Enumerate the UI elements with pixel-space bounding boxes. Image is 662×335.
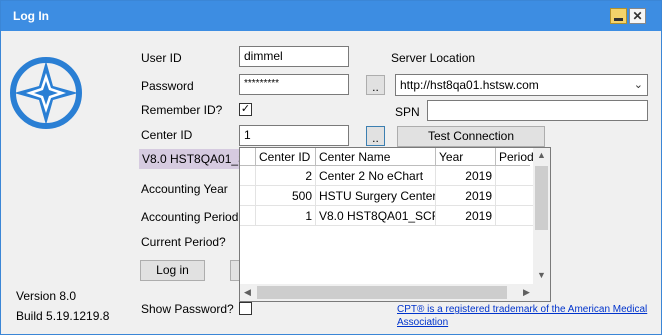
compass-star-icon xyxy=(10,57,82,129)
horizontal-scroll-thumb[interactable] xyxy=(257,286,507,299)
cell-center-id[interactable]: 1 xyxy=(256,206,316,226)
table-row[interactable]: 500 HSTU Surgery Center 2019 xyxy=(240,186,536,206)
cell-center-name[interactable]: Center 2 No eChart xyxy=(316,166,436,186)
spn-input[interactable] xyxy=(427,100,648,121)
build-label: Build 5.19.1219.8 xyxy=(16,309,110,323)
grid-horizontal-scrollbar[interactable]: ◀ ▶ xyxy=(240,284,550,301)
login-window: Log In ✕ User ID dimmel Password *******… xyxy=(0,0,662,335)
cell-year[interactable]: 2019 xyxy=(436,206,496,226)
scroll-down-icon[interactable]: ▼ xyxy=(537,270,546,280)
table-row[interactable]: 2 Center 2 No eChart 2019 xyxy=(240,166,536,186)
version-label: Version 8.0 xyxy=(16,289,77,303)
center-browse-button[interactable]: .. xyxy=(366,126,385,146)
cpt-trademark-link-line1[interactable]: CPT® is a registered trademark of the Am… xyxy=(397,303,647,316)
center-lookup-grid[interactable]: Center ID Center Name Year Period 2 Cent… xyxy=(239,147,551,302)
cpt-trademark-link-line2[interactable]: Association xyxy=(397,316,448,329)
cell-center-name[interactable]: V8.0 HST8QA01_SCRU xyxy=(316,206,436,226)
server-location-dropdown[interactable]: http://hst8qa01.hstsw.com ⌄ xyxy=(395,74,648,96)
cell-year[interactable]: 2019 xyxy=(436,186,496,206)
cell-period[interactable] xyxy=(496,186,536,206)
show-password-checkbox[interactable] xyxy=(239,302,252,315)
center-id-label: Center ID xyxy=(141,128,193,142)
server-location-value: http://hst8qa01.hstsw.com xyxy=(400,78,539,92)
user-id-label: User ID xyxy=(141,51,182,65)
window-title: Log In xyxy=(13,9,49,23)
center-id-input[interactable]: 1 xyxy=(239,125,349,146)
chevron-down-icon: ⌄ xyxy=(633,79,643,91)
minimize-icon[interactable] xyxy=(610,8,627,24)
col-center-name[interactable]: Center Name xyxy=(316,148,436,165)
row-selector[interactable] xyxy=(240,166,256,186)
close-icon[interactable]: ✕ xyxy=(629,8,646,24)
table-row[interactable]: 1 V8.0 HST8QA01_SCRU 2019 xyxy=(240,206,536,226)
grid-vertical-scrollbar[interactable]: ▲ ▼ xyxy=(533,148,550,284)
col-year[interactable]: Year xyxy=(436,148,496,165)
cell-center-name[interactable]: HSTU Surgery Center xyxy=(316,186,436,206)
current-period-label: Current Period? xyxy=(141,235,226,249)
server-location-label: Server Location xyxy=(391,51,476,65)
scroll-up-icon[interactable]: ▲ xyxy=(537,150,546,160)
spn-label: SPN xyxy=(395,105,420,119)
cell-period[interactable] xyxy=(496,206,536,226)
scroll-right-icon[interactable]: ▶ xyxy=(523,287,530,298)
vertical-scroll-thumb[interactable] xyxy=(535,166,548,230)
show-password-label: Show Password? xyxy=(141,302,234,316)
user-id-input[interactable]: dimmel xyxy=(239,46,349,67)
password-input[interactable]: ********* xyxy=(239,74,349,95)
password-browse-button[interactable]: .. xyxy=(366,75,385,95)
grid-row-header-corner xyxy=(240,148,256,165)
cell-center-id[interactable]: 2 xyxy=(256,166,316,186)
accounting-period-label: Accounting Period xyxy=(141,210,239,224)
cell-year[interactable]: 2019 xyxy=(436,166,496,186)
cell-center-id[interactable]: 500 xyxy=(256,186,316,206)
grid-header: Center ID Center Name Year Period xyxy=(240,148,536,166)
row-selector[interactable] xyxy=(240,186,256,206)
accounting-year-label: Accounting Year xyxy=(141,182,228,196)
remember-id-checkbox[interactable]: ✓ xyxy=(239,103,252,116)
col-period[interactable]: Period xyxy=(496,148,536,165)
row-selector[interactable] xyxy=(240,206,256,226)
col-center-id[interactable]: Center ID xyxy=(256,148,316,165)
center-name-display: V8.0 HST8QA01_SCRUB xyxy=(142,152,240,166)
remember-id-label: Remember ID? xyxy=(141,103,223,117)
login-button[interactable]: Log in xyxy=(140,260,205,281)
test-connection-button[interactable]: Test Connection xyxy=(397,126,545,147)
scroll-left-icon[interactable]: ◀ xyxy=(244,287,251,298)
password-label: Password xyxy=(141,79,194,93)
title-bar[interactable]: Log In ✕ xyxy=(1,1,661,31)
cell-period[interactable] xyxy=(496,166,536,186)
